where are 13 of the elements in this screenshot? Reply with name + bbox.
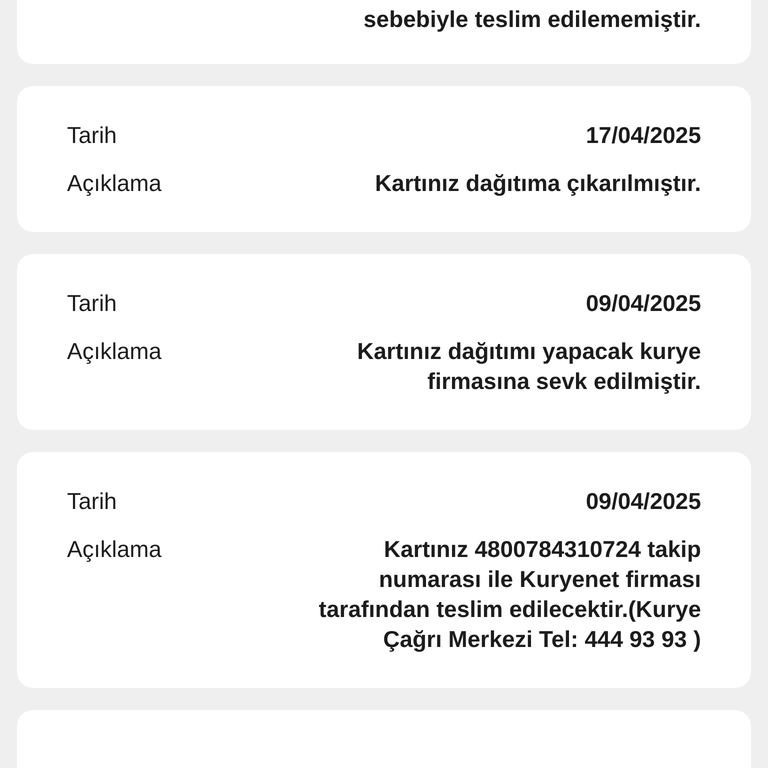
description-text: Kartınız dağıtıma çıkarılmıştır. <box>375 169 701 198</box>
description-text: sebebiyle teslim edilememiştir. <box>364 5 701 34</box>
date-label: Tarih <box>67 487 117 516</box>
date-value: 09/04/2025 <box>586 289 701 318</box>
description-text: Kartınız dağıtımı yapacak kurye firmasına sevk edilmiştir. <box>357 337 701 396</box>
date-label: Tarih <box>67 121 117 150</box>
description-label: Açıklama <box>67 535 162 564</box>
description-label: Açıklama <box>67 169 162 198</box>
description-label: Açıklama <box>67 337 162 366</box>
date-label: Tarih <box>67 289 117 318</box>
description-text: Kartınız 4800784310724 takip numarası ile Kuryenet firması tarafından teslim edilecektir.(Kurye Çağrı Merkezi Tel: 444 93 93 ) <box>318 535 701 654</box>
date-value: 09/04/2025 <box>586 487 701 516</box>
date-value: 17/04/2025 <box>586 121 701 150</box>
